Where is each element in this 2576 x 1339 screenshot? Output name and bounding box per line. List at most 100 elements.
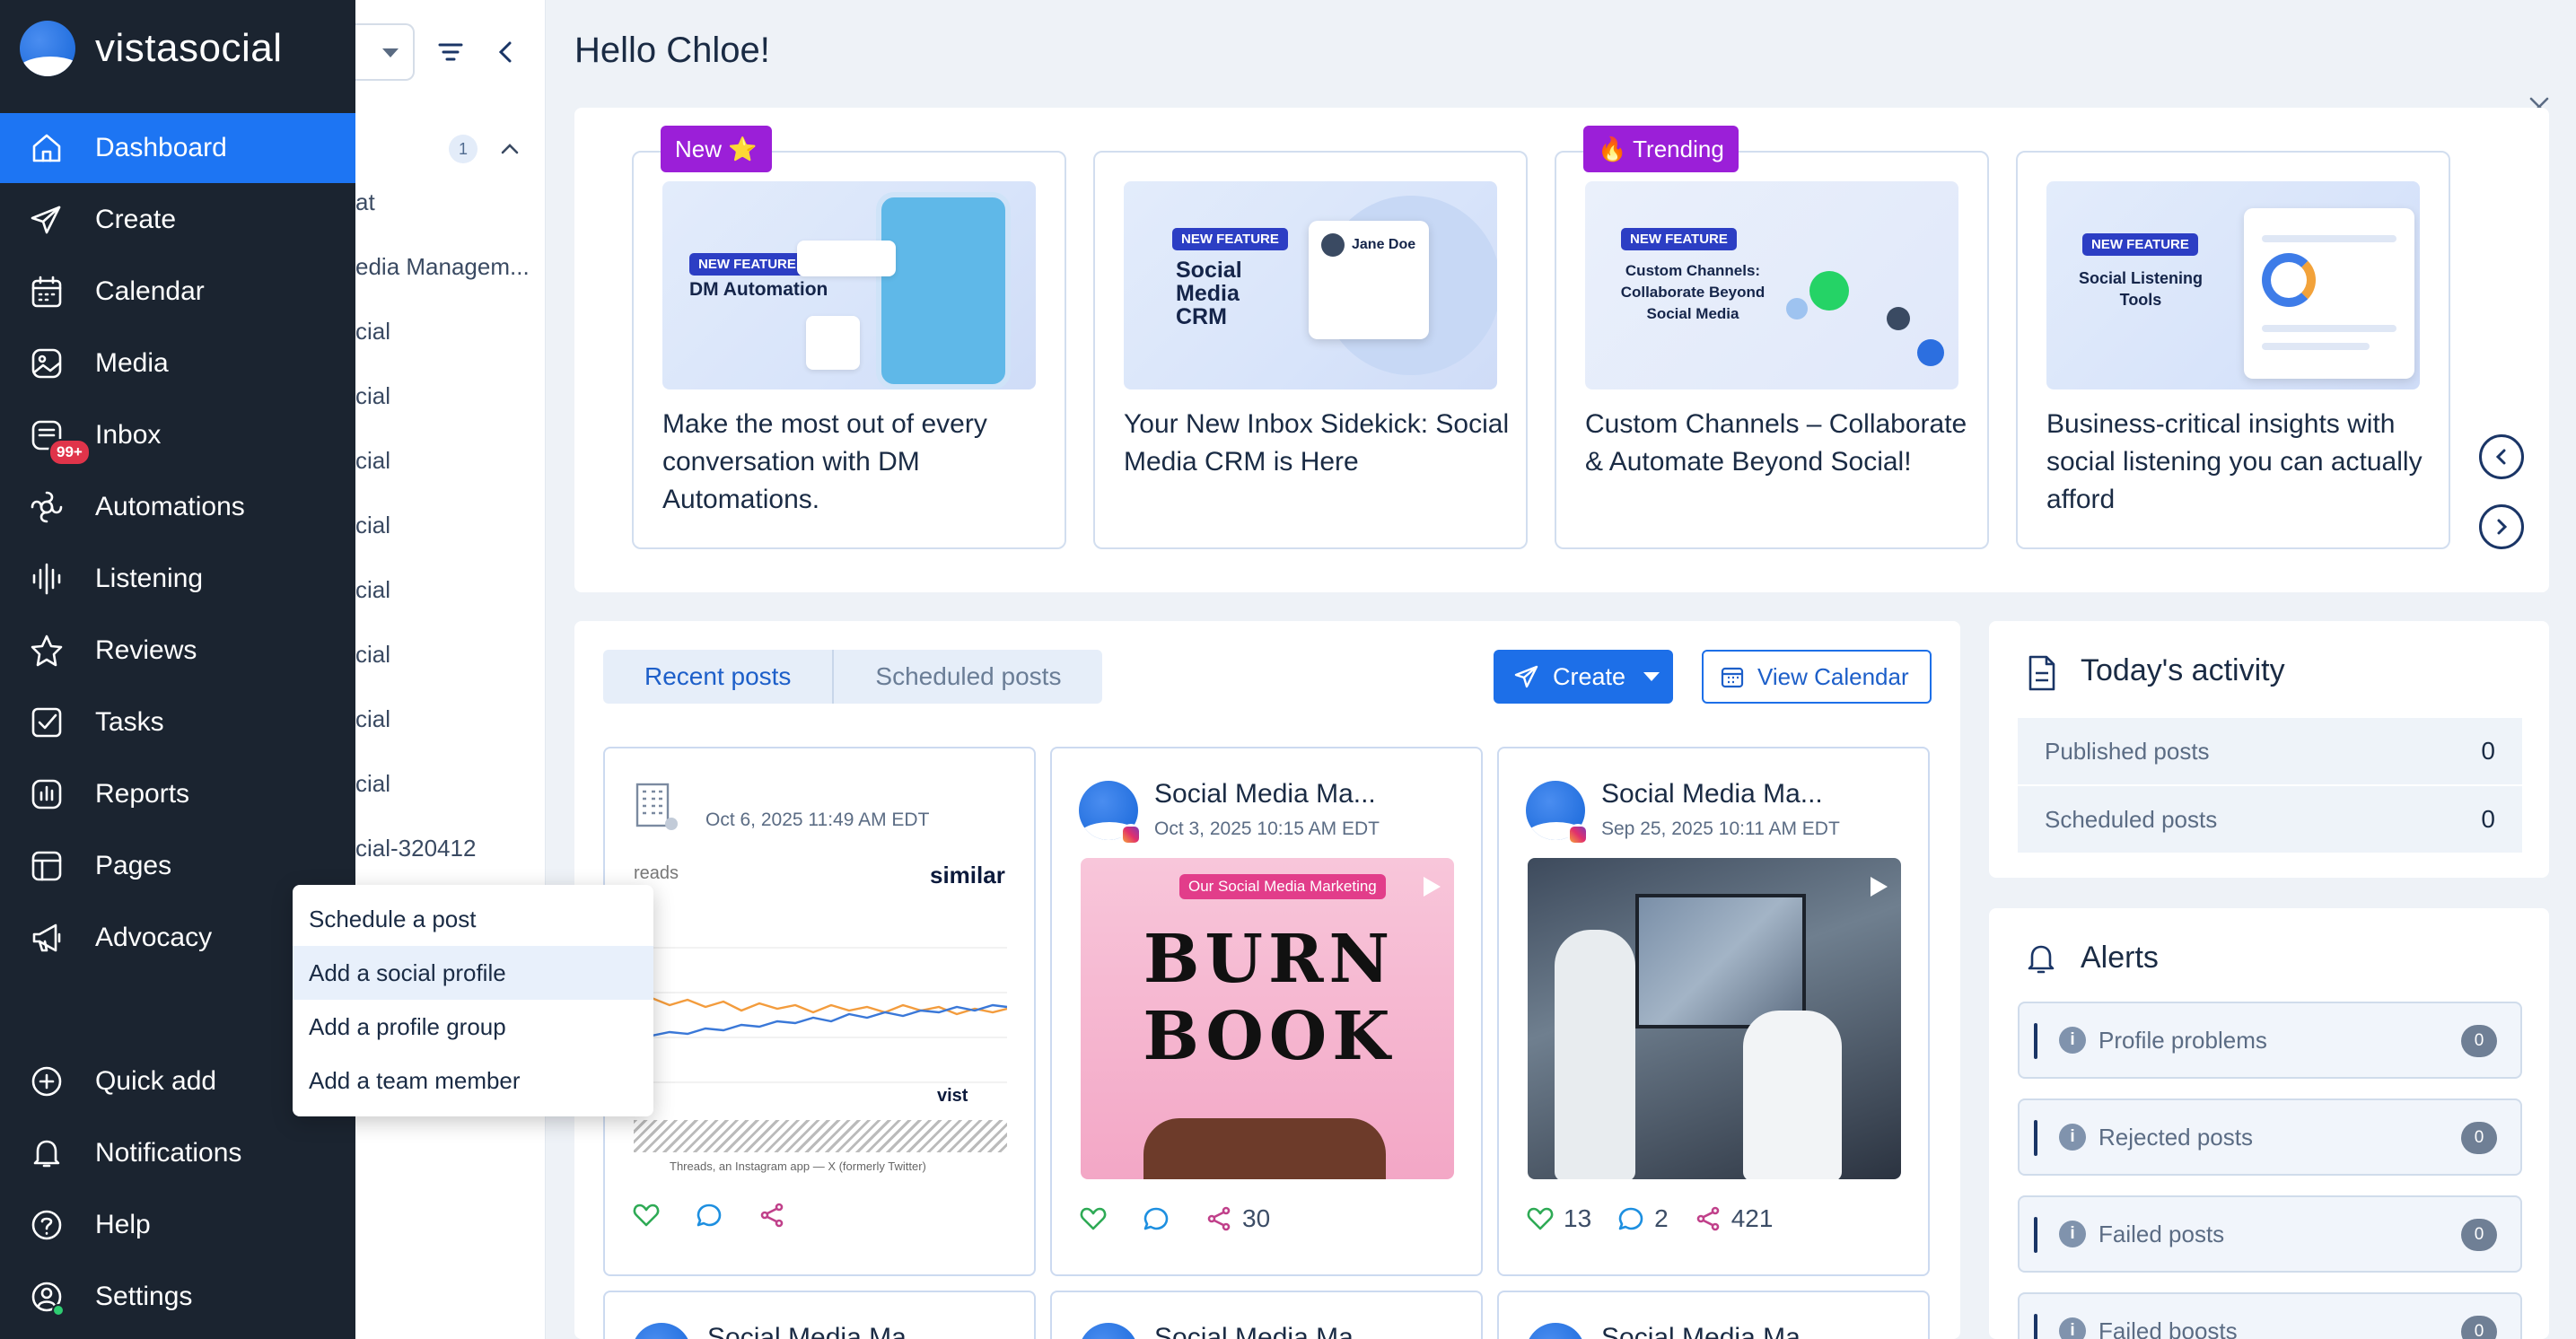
play-icon[interactable] (1863, 872, 1892, 901)
menu-item-add-social-profile[interactable]: Add a social profile (293, 946, 653, 1000)
post-card[interactable]: Social Media Ma... Sep 25, 2025 10:11 AM… (1497, 747, 1930, 1276)
sidebar-item-help[interactable]: Help (0, 1190, 355, 1260)
post-date: Oct 6, 2025 11:49 AM EDT (705, 810, 930, 830)
sidebar-item-automations[interactable]: Automations (0, 472, 355, 542)
profile-row[interactable]: cial (355, 770, 535, 798)
post-card[interactable]: Social Media Ma... Oct 3, 2025 10:15 AM … (1050, 747, 1483, 1276)
feature-card[interactable]: NEW FEATURE Social Media CRM Jane Doe Yo… (1093, 151, 1528, 549)
post-author: Social Media Ma... (1601, 779, 1823, 809)
profile-row[interactable]: cial (355, 318, 535, 346)
feature-description: Business-critical insights with social l… (2046, 409, 2423, 514)
chevron-up-icon[interactable] (495, 135, 524, 163)
feature-card[interactable]: 🔥 Trending NEW FEATURE Custom Channels: … (1555, 126, 1989, 549)
chat-bubble-illustration (797, 241, 896, 276)
alert-row-rejected-posts[interactable]: i Rejected posts 0 (2018, 1098, 2522, 1176)
brand-logo[interactable]: vistasocial (20, 20, 282, 77)
profile-row[interactable]: cial (355, 447, 535, 475)
tab-scheduled-posts[interactable]: Scheduled posts (834, 650, 1102, 704)
chart-legend-text: Threads, an Instagram app — X (formerly … (670, 1160, 926, 1173)
calendar-icon (1721, 667, 1744, 688)
sidebar-item-reviews[interactable]: Reviews (0, 616, 355, 686)
profile-group-select[interactable] (355, 23, 415, 81)
thumbnail-title: Social Media CRM (1176, 258, 1242, 329)
profile-list-panel: 1 at edia Managem... cial cial cial cial… (355, 0, 546, 1339)
sidebar-item-label: Media (95, 348, 169, 378)
view-calendar-button[interactable]: View Calendar (1702, 650, 1932, 704)
share-icon[interactable] (1694, 1204, 1722, 1233)
post-card[interactable]: Oct 6, 2025 11:49 AM EDT reads similar v… (603, 747, 1036, 1276)
feature-thumbnail: NEW FEATURE Custom Channels: Collaborate… (1585, 181, 1958, 389)
post-date: Sep 25, 2025 10:11 AM EDT (1601, 818, 1840, 839)
feature-carousel: New ⭐ NEW FEATURE DM Automation Make the… (574, 108, 2549, 592)
post-image: Our Social Media Marketing Burn Book (1081, 858, 1454, 1179)
info-icon: i (2059, 1124, 2086, 1151)
alert-row-failed-posts[interactable]: i Failed posts 0 (2018, 1195, 2522, 1273)
alert-label: Rejected posts (2098, 1123, 2253, 1151)
online-status-dot (52, 1304, 65, 1317)
collapse-chevron-left-icon[interactable] (490, 36, 522, 68)
sidebar-item-media[interactable]: Media (0, 328, 355, 398)
carousel-prev-button[interactable] (2479, 434, 2524, 479)
sidebar-item-settings[interactable]: Settings (0, 1262, 355, 1332)
contact-card-illustration: Jane Doe (1309, 221, 1429, 339)
feature-card[interactable]: New ⭐ NEW FEATURE DM Automation Make the… (632, 126, 1066, 549)
profile-row[interactable]: edia Managem... (355, 253, 535, 281)
post-author: Social Media Ma... (1154, 779, 1376, 809)
sidebar-item-tasks[interactable]: Tasks (0, 687, 355, 757)
feature-card[interactable]: NEW FEATURE Social Listening Tools Busin… (2016, 151, 2450, 549)
tab-recent-posts[interactable]: Recent posts (603, 650, 835, 704)
sidebar-item-label: Pages (95, 851, 172, 880)
sidebar-item-dashboard[interactable]: Dashboard (0, 113, 355, 183)
profile-row[interactable]: at (355, 188, 535, 216)
page-title: Hello Chloe! (574, 31, 770, 70)
comment-icon[interactable] (695, 1201, 723, 1230)
alert-label: Failed posts (2098, 1220, 2225, 1247)
sidebar-item-notifications[interactable]: Notifications (0, 1118, 355, 1188)
filter-icon[interactable] (434, 36, 467, 68)
chevron-down-icon (382, 48, 399, 57)
thumbnail-title: DM Automation (689, 279, 828, 300)
alert-row-failed-boosts[interactable]: i Failed boosts 0 (2018, 1292, 2522, 1339)
profile-row[interactable]: cial (355, 382, 535, 410)
heart-icon[interactable] (632, 1201, 661, 1230)
alert-count: 0 (2461, 1316, 2497, 1339)
sidebar-item-inbox[interactable]: 99+ Inbox (0, 400, 355, 470)
heart-icon[interactable] (1526, 1204, 1555, 1233)
comment-icon[interactable] (1142, 1204, 1170, 1233)
sidebar-item-reports[interactable]: Reports (0, 759, 355, 829)
menu-item-add-profile-group[interactable]: Add a profile group (293, 1000, 653, 1054)
share-icon[interactable] (758, 1201, 786, 1230)
megaphone-icon (29, 920, 65, 956)
sidebar-item-label: Tasks (95, 707, 164, 737)
document-icon (2028, 655, 2055, 691)
contact-name: Jane Doe (1352, 237, 1416, 252)
profile-row[interactable]: cial (355, 576, 535, 604)
profile-row[interactable]: cial (355, 705, 535, 733)
menu-item-add-team-member[interactable]: Add a team member (293, 1054, 653, 1107)
create-button-label: Create (1553, 662, 1626, 690)
profile-row[interactable]: cial-320412 (355, 835, 535, 862)
play-icon[interactable] (1416, 872, 1445, 901)
heart-icon[interactable] (1079, 1204, 1108, 1233)
share-icon[interactable] (1205, 1204, 1233, 1233)
post-card[interactable]: Social Media Ma... (603, 1291, 1036, 1339)
menu-item-schedule-post[interactable]: Schedule a post (293, 892, 653, 946)
info-icon: i (2059, 1027, 2086, 1054)
new-feature-tag: NEW FEATURE (689, 253, 805, 276)
panel-title: Alerts (2081, 941, 2159, 975)
instagram-icon (1120, 824, 1142, 845)
quick-add-menu: Schedule a post Add a social profile Add… (293, 885, 653, 1116)
sidebar-item-calendar[interactable]: Calendar (0, 257, 355, 327)
sidebar-item-create[interactable]: Create (0, 185, 355, 255)
post-card[interactable]: Social Media Ma... (1497, 1291, 1930, 1339)
alert-row-profile-problems[interactable]: i Profile problems 0 (2018, 1002, 2522, 1079)
profile-row[interactable]: cial (355, 641, 535, 669)
profile-row[interactable]: cial (355, 512, 535, 539)
create-button[interactable]: Create (1494, 650, 1673, 704)
carousel-next-button[interactable] (2479, 504, 2524, 549)
comments-count: 2 (1654, 1204, 1669, 1232)
post-card[interactable]: Social Media Ma... (1050, 1291, 1483, 1339)
sidebar-item-listening[interactable]: Listening (0, 544, 355, 614)
chevron-left-icon (2495, 449, 2506, 465)
comment-icon[interactable] (1617, 1204, 1645, 1233)
